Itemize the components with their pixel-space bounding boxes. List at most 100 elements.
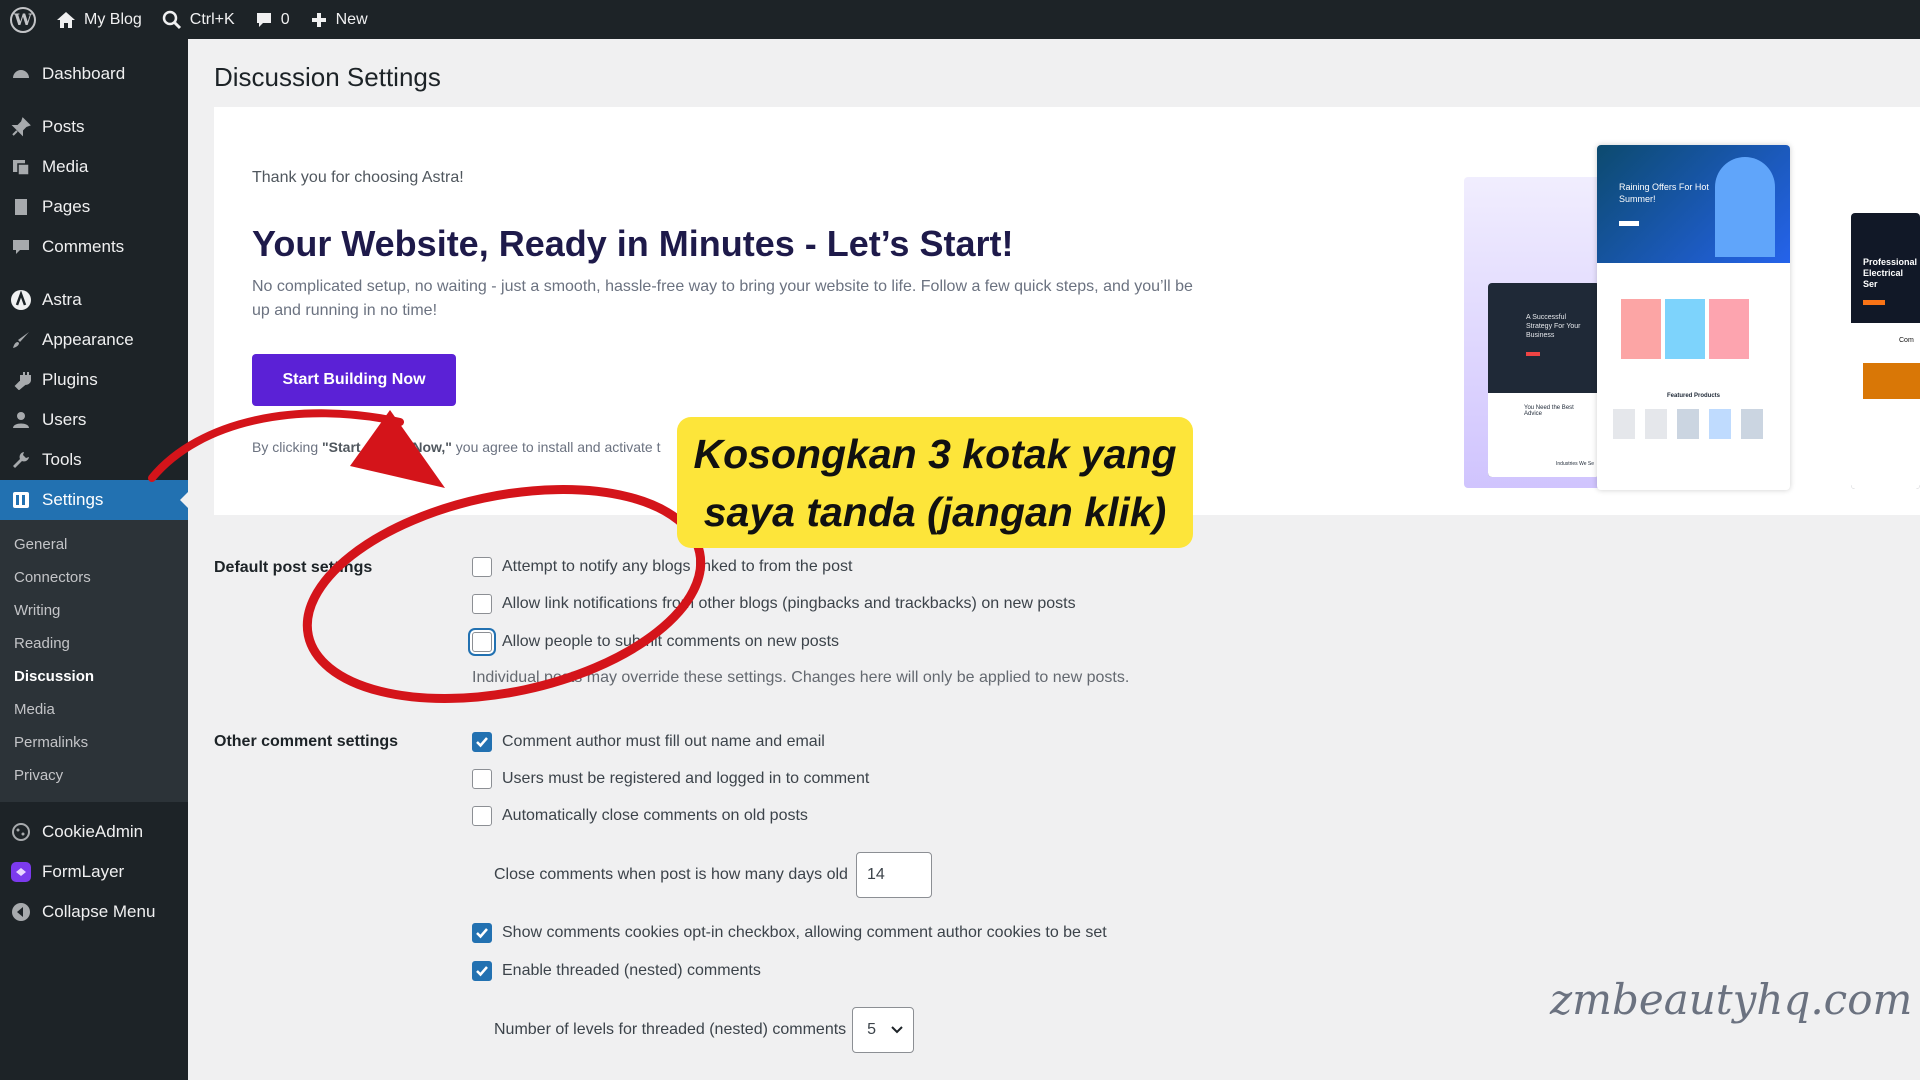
preview-card-business: A Successful Strategy For Your Business … (1488, 283, 1600, 477)
threaded-comments-checkbox[interactable] (472, 961, 492, 981)
sidebar-item-label: Collapse Menu (42, 902, 156, 921)
comments-link[interactable]: 0 (245, 0, 300, 39)
sidebar-item-tools[interactable]: Tools (0, 440, 188, 480)
submenu-item-writing[interactable]: Writing (0, 594, 188, 627)
comments-count: 0 (280, 10, 290, 28)
sidebar-item-cookieadmin[interactable]: CookieAdmin (0, 812, 188, 852)
thread-levels-row: Number of levels for threaded (nested) c… (494, 1007, 915, 1053)
option-label: Automatically close comments on old post… (502, 807, 808, 824)
checkmark-icon (476, 966, 488, 977)
sidebar-item-label: Users (42, 410, 87, 429)
callout-line-1: Kosongkan 3 kotak yang (693, 430, 1177, 477)
other-comment-settings-label: Other comment settings (214, 733, 399, 750)
default-post-note: Individual posts may override these sett… (472, 669, 1130, 686)
sidebar-item-label: Plugins (42, 370, 98, 389)
site-name-link[interactable]: My Blog (46, 0, 152, 39)
checkmark-icon (476, 737, 488, 748)
collapse-icon (10, 901, 32, 923)
sidebar-item-label: Pages (42, 197, 91, 216)
cookies-optin-checkbox[interactable] (472, 923, 492, 943)
option-label: Allow people to submit comments on new p… (502, 633, 840, 650)
notify-blogs-option[interactable]: Attempt to notify any blogs linked to fr… (472, 557, 852, 577)
thread-levels-select[interactable]: 5 (852, 1007, 915, 1053)
sidebar-item-label: Appearance (42, 330, 134, 349)
submenu-item-media[interactable]: Media (0, 693, 188, 726)
option-label: Allow link notifications from other blog… (502, 595, 1076, 612)
brush-icon (10, 329, 32, 351)
auto-close-option[interactable]: Automatically close comments on old post… (472, 806, 808, 826)
plus-icon (311, 12, 326, 27)
require-registration-checkbox[interactable] (472, 769, 492, 789)
thread-levels-label: Number of levels for threaded (nested) c… (494, 1021, 847, 1038)
wordpress-icon: W (10, 6, 36, 33)
pin-icon (10, 116, 32, 138)
submenu-item-general[interactable]: General (0, 528, 188, 561)
close-days-label: Close comments when post is how many day… (494, 866, 848, 883)
formlayer-icon (10, 861, 32, 883)
command-search-button[interactable]: Ctrl+K (152, 0, 245, 39)
instruction-callout: Kosongkan 3 kotak yang saya tanda (janga… (677, 417, 1193, 548)
submenu-item-connectors[interactable]: Connectors (0, 561, 188, 594)
submenu-item-reading[interactable]: Reading (0, 627, 188, 660)
sidebar-item-appearance[interactable]: Appearance (0, 320, 188, 360)
checkmark-icon (476, 928, 488, 939)
dashboard-icon (10, 63, 32, 85)
option-label: Enable threaded (nested) comments (502, 962, 761, 979)
submenu-item-discussion[interactable]: Discussion (0, 660, 188, 693)
sidebar-item-label: Astra (42, 290, 82, 309)
threaded-comments-option[interactable]: Enable threaded (nested) comments (472, 961, 761, 981)
preview-card-fashion: Raining Offers For Hot Summer! Featured … (1597, 145, 1790, 490)
close-days-input[interactable]: 14 (855, 852, 932, 898)
require-name-email-option[interactable]: Comment author must fill out name and em… (472, 732, 825, 752)
sidebar-item-comments[interactable]: Comments (0, 227, 188, 267)
require-registration-option[interactable]: Users must be registered and logged in t… (472, 769, 869, 789)
sidebar-item-dashboard[interactable]: Dashboard (0, 54, 188, 94)
sidebar-item-formlayer[interactable]: FormLayer (0, 852, 188, 892)
sidebar-item-label: CookieAdmin (42, 822, 144, 841)
cookie-icon (10, 821, 32, 843)
new-label: New (335, 10, 368, 28)
collapse-menu-button[interactable]: Collapse Menu (0, 892, 188, 932)
sidebar-item-plugins[interactable]: Plugins (0, 360, 188, 400)
new-content-button[interactable]: New (300, 0, 378, 39)
wordpress-logo-button[interactable]: W (0, 0, 46, 39)
allow-comments-option[interactable]: Allow people to submit comments on new p… (472, 632, 839, 652)
sidebar-item-astra[interactable]: Astra (0, 280, 188, 320)
option-label: Comment author must fill out name and em… (502, 733, 825, 750)
watermark: zmbeautyhq.com (1550, 975, 1913, 1024)
search-shortcut: Ctrl+K (189, 10, 235, 28)
sidebar-item-label: Settings (42, 490, 104, 509)
settings-submenu: General Connectors Writing Reading Discu… (0, 520, 188, 802)
callout-line-2: saya tanda (jangan klik) (703, 488, 1167, 535)
sidebar-item-posts[interactable]: Posts (0, 107, 188, 147)
sidebar-item-users[interactable]: Users (0, 400, 188, 440)
page-icon (10, 196, 32, 218)
thread-levels-value: 5 (867, 1021, 877, 1038)
sidebar-item-label: Posts (42, 117, 85, 136)
comment-icon (256, 12, 271, 27)
chevron-down-icon (891, 1026, 903, 1034)
sidebar-item-pages[interactable]: Pages (0, 187, 188, 227)
option-label: Attempt to notify any blogs linked to fr… (502, 558, 853, 575)
comment-icon (10, 236, 32, 258)
submenu-item-permalinks[interactable]: Permalinks (0, 726, 188, 759)
settings-icon (10, 489, 32, 511)
banner-thanks-text: Thank you for choosing Astra! (252, 169, 464, 186)
pingbacks-checkbox[interactable] (472, 594, 492, 614)
cookies-optin-option[interactable]: Show comments cookies opt-in checkbox, a… (472, 923, 1107, 943)
allow-comments-checkbox[interactable] (472, 632, 492, 652)
sidebar-item-label: Media (42, 157, 89, 176)
submenu-item-privacy[interactable]: Privacy (0, 759, 188, 792)
sidebar-item-label: FormLayer (42, 862, 125, 881)
notify-blogs-checkbox[interactable] (472, 557, 492, 577)
close-days-row: Close comments when post is how many day… (494, 852, 932, 898)
auto-close-checkbox[interactable] (472, 806, 492, 826)
sidebar-item-settings[interactable]: Settings (0, 480, 188, 520)
sidebar-item-media[interactable]: Media (0, 147, 188, 187)
banner-terms-text: By clicking "Start Now," you agree to in… (252, 439, 661, 455)
banner-description: No complicated setup, no waiting - just … (252, 278, 1193, 319)
require-name-email-checkbox[interactable] (472, 732, 492, 752)
pingbacks-option[interactable]: Allow link notifications from other blog… (472, 594, 1076, 614)
start-building-button[interactable]: Start Building Now (252, 354, 456, 406)
option-label: Users must be registered and logged in t… (502, 770, 870, 787)
